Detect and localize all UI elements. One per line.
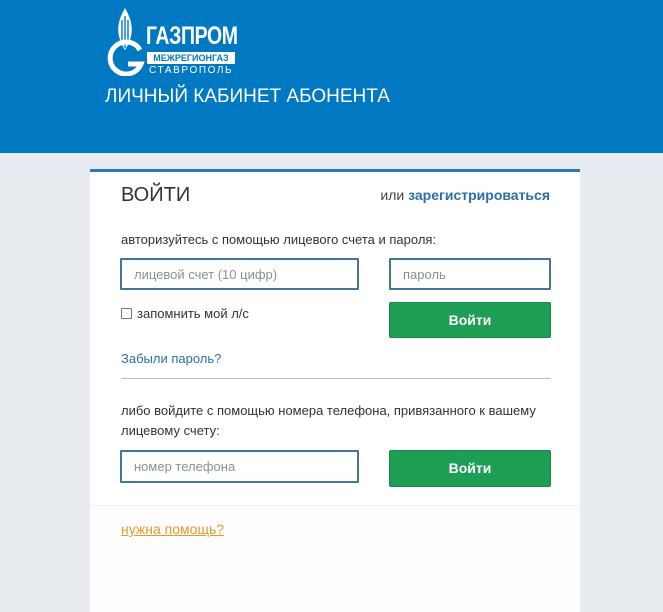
remember-checkbox[interactable] bbox=[121, 308, 132, 319]
login-card: ВОЙТИ или зарегистрироваться авторизуйте… bbox=[90, 169, 580, 612]
register-line: или зарегистрироваться bbox=[380, 187, 550, 203]
forgot-password-link[interactable]: Забыли пароль? bbox=[121, 351, 221, 366]
password-input[interactable] bbox=[389, 258, 551, 290]
page-title: ЛИЧНЫЙ КАБИНЕТ АБОНЕНТА bbox=[105, 86, 390, 107]
logo-city: СТАВРОПОЛЬ bbox=[149, 65, 234, 76]
login-button[interactable]: Войти bbox=[389, 302, 551, 338]
remember-label[interactable]: запомнить мой л/с bbox=[137, 306, 249, 321]
gazprom-flame-icon bbox=[107, 8, 145, 76]
phone-input[interactable] bbox=[120, 450, 359, 483]
phone-hint: либо войдите с помощью номера телефона, … bbox=[121, 403, 536, 438]
or-text: или bbox=[380, 187, 405, 203]
card-footer: нужна помощь? bbox=[90, 505, 580, 612]
account-number-input[interactable] bbox=[120, 258, 359, 290]
logo-name: ГАЗПРОМ bbox=[146, 22, 238, 50]
login-title: ВОЙТИ bbox=[121, 184, 191, 206]
register-link[interactable]: зарегистрироваться bbox=[408, 187, 550, 203]
header: ГАЗПРОМ МЕЖРЕГИОНГАЗ СТАВРОПОЛЬ ЛИЧНЫЙ К… bbox=[0, 0, 663, 153]
logo-subtitle: МЕЖРЕГИОНГАЗ bbox=[147, 52, 235, 64]
account-hint: авторизуйтесь с помощью лицевого счета и… bbox=[121, 232, 437, 247]
divider bbox=[121, 378, 551, 379]
remember-row: запомнить мой л/с bbox=[121, 306, 249, 321]
phone-login-button[interactable]: Войти bbox=[389, 450, 551, 487]
help-link[interactable]: нужна помощь? bbox=[121, 521, 224, 537]
